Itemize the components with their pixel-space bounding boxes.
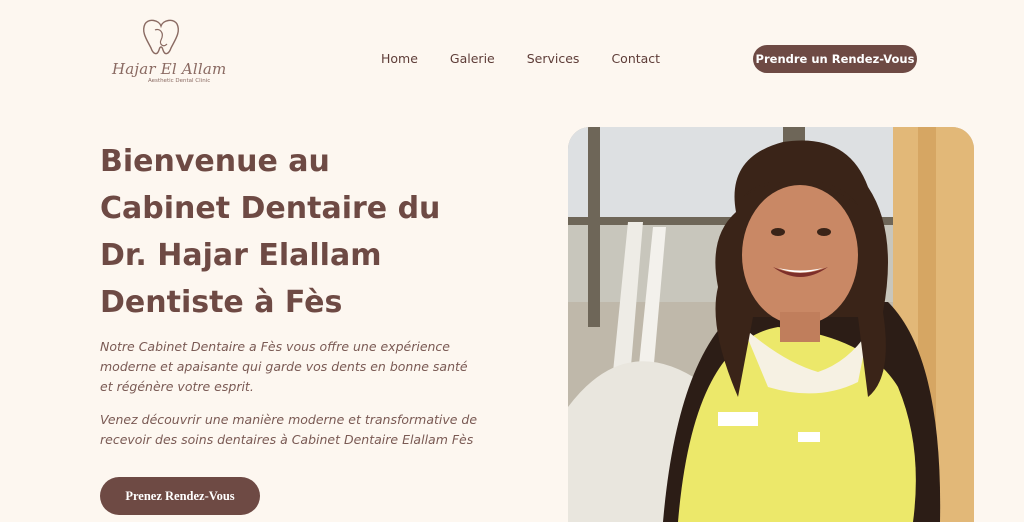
hero-title: Bienvenue au Cabinet Dentaire du Dr. Haj… — [100, 138, 540, 326]
site-header: Hajar El Allam Aesthetic Dental Clinic H… — [0, 0, 1024, 110]
hero-invite-text: Venez découvrir une manière moderne et t… — [100, 412, 478, 447]
nav-home[interactable]: Home — [381, 51, 418, 66]
hero-intro-text: Notre Cabinet Dentaire a Fès vous offre … — [100, 339, 468, 394]
nav-galerie[interactable]: Galerie — [450, 51, 495, 66]
book-appointment-button[interactable]: Prendre un Rendez-Vous — [753, 45, 917, 73]
hero-title-line: Dr. Hajar Elallam — [100, 238, 382, 273]
logo-name: Hajar El Allam — [112, 60, 227, 78]
logo-subtitle: Aesthetic Dental Clinic — [148, 78, 211, 84]
hero-title-line: Dentiste à Fès — [100, 285, 343, 320]
tooth-icon — [142, 19, 180, 55]
nav-contact[interactable]: Contact — [611, 51, 660, 66]
nav-services[interactable]: Services — [527, 51, 580, 66]
hero-title-line: Bienvenue au — [100, 144, 330, 179]
hero-title-line: Cabinet Dentaire du — [100, 191, 441, 226]
clinic-logo[interactable]: Hajar El Allam Aesthetic Dental Clinic — [112, 18, 226, 90]
hero-appointment-button[interactable]: Prenez Rendez-Vous — [100, 477, 260, 515]
main-nav: Home Galerie Services Contact — [381, 51, 660, 66]
dentist-photo — [568, 127, 974, 522]
